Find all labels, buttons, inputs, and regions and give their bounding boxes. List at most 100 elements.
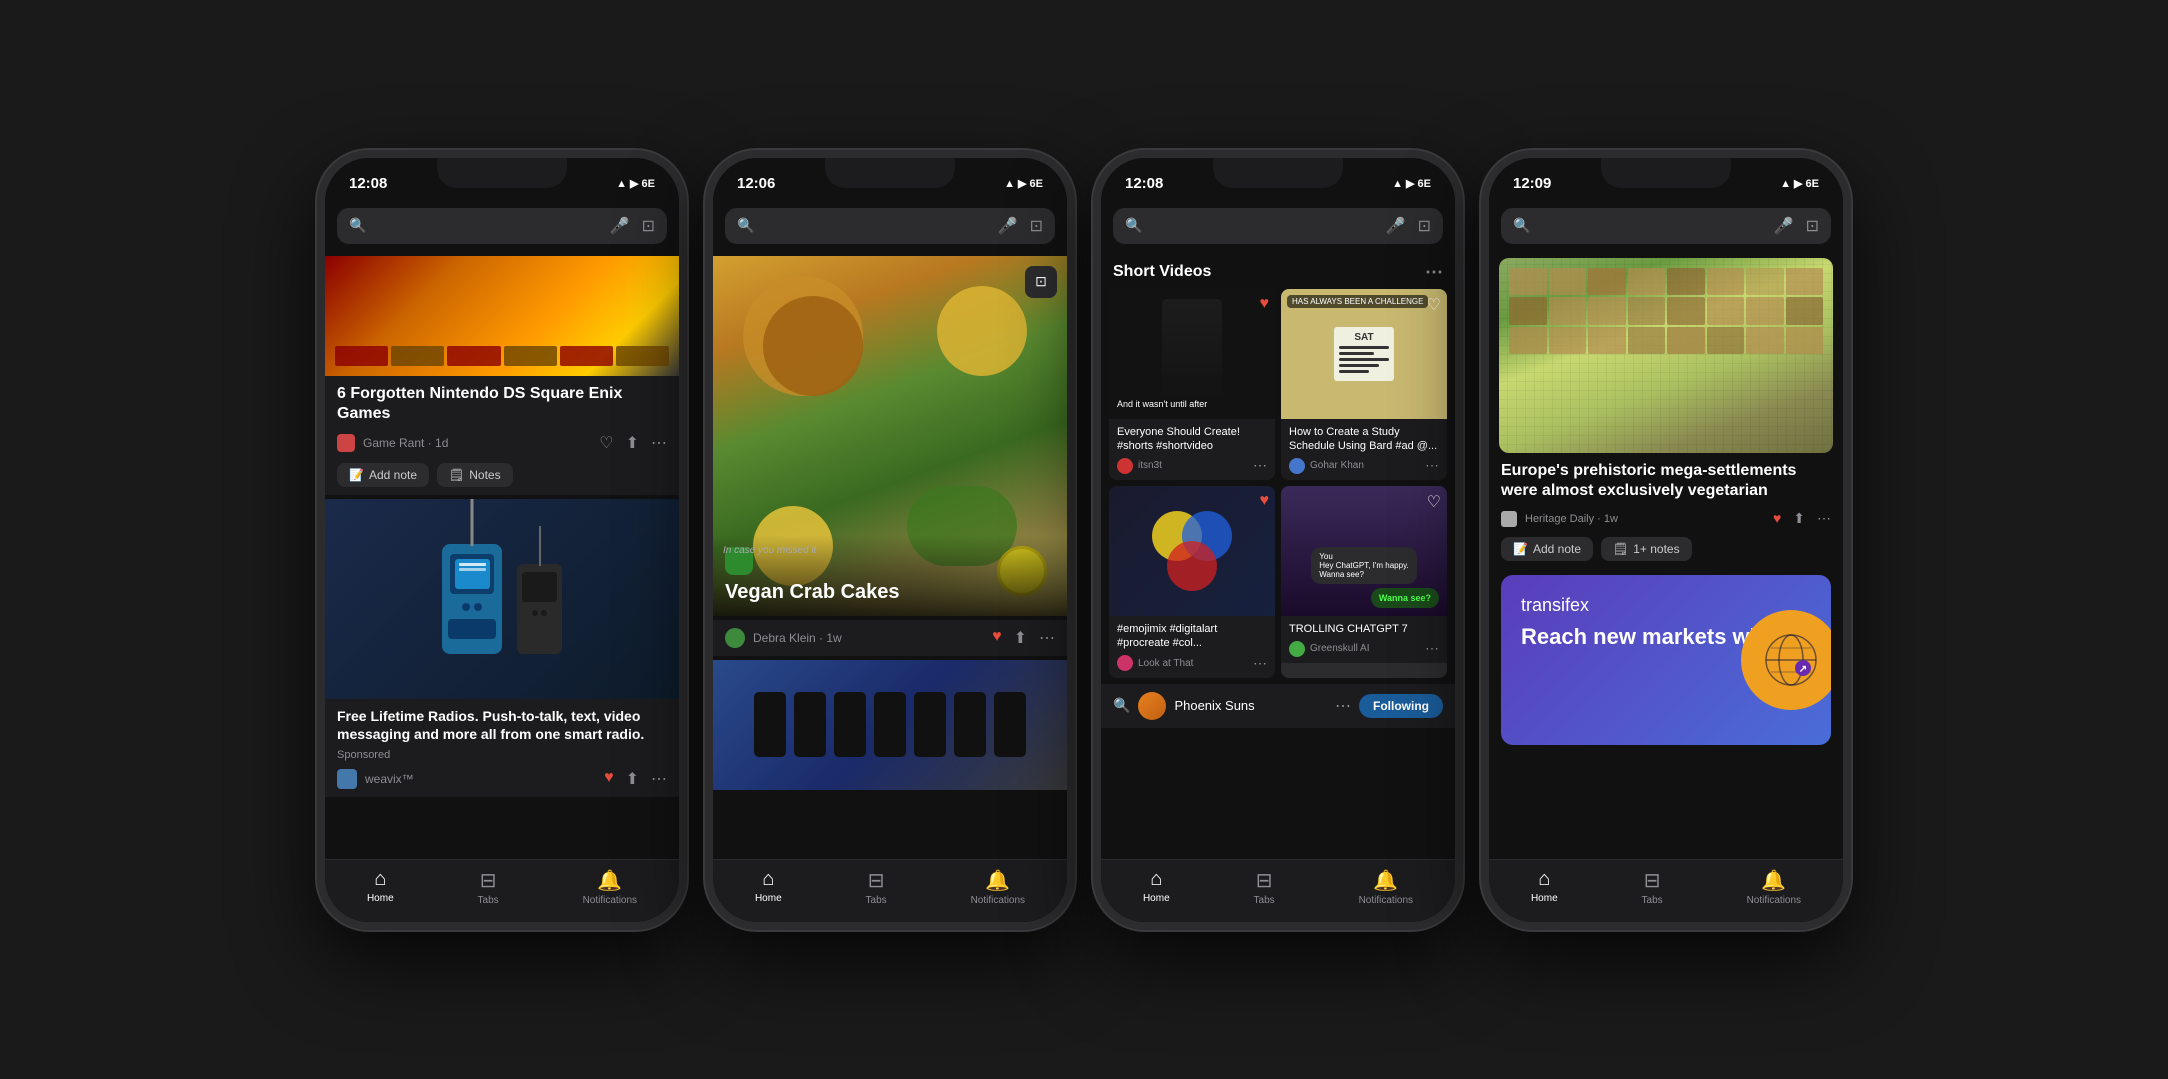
video-card-4[interactable]: YouHey ChatGPT, I'm happy.Wanna see? Wan… bbox=[1281, 486, 1447, 678]
map-art bbox=[1499, 258, 1833, 453]
video-title-4: TROLLING CHATGPT 7 bbox=[1289, 622, 1439, 636]
tabs-tab-3[interactable]: ⊟ Tabs bbox=[1254, 868, 1275, 906]
video-info-1: Everyone Should Create! #shorts #shortvi… bbox=[1109, 419, 1275, 481]
tabs-tab-2[interactable]: ⊟ Tabs bbox=[866, 868, 887, 906]
channel-more-4[interactable]: ⋯ bbox=[1425, 640, 1439, 657]
channel-name-3: Look at That bbox=[1138, 658, 1248, 669]
video-title-1: Everyone Should Create! #shorts #shortvi… bbox=[1117, 425, 1267, 454]
food-badge-2: In case you missed it bbox=[723, 545, 816, 556]
camera-icon-1[interactable]: ⊡ bbox=[642, 216, 655, 236]
section-title-3: Short Videos bbox=[1113, 263, 1211, 281]
heritage-add-note-btn-4[interactable]: 📝 Add note bbox=[1501, 537, 1593, 561]
heart-icon-v1[interactable]: ♥ bbox=[1260, 295, 1270, 313]
brand-name-1: weavix™ bbox=[365, 772, 596, 786]
mic-icon-3[interactable]: 🎤 bbox=[1386, 216, 1406, 236]
like-icon-1[interactable]: ♡ bbox=[599, 433, 613, 453]
channel-avatar-2 bbox=[1289, 458, 1305, 474]
heritage-heart-4[interactable]: ♥ bbox=[1773, 510, 1781, 527]
camera-icon-2[interactable]: ⊡ bbox=[1030, 216, 1043, 236]
food-heart-2[interactable]: ♥ bbox=[992, 628, 1002, 648]
heart-icon-v2[interactable]: ♡ bbox=[1427, 295, 1441, 315]
home-tab-1[interactable]: ⌂ Home bbox=[367, 868, 394, 906]
content-4: Europe's prehistoric mega-settlements we… bbox=[1489, 252, 1843, 859]
heart-icon-v4[interactable]: ♡ bbox=[1427, 492, 1441, 512]
add-note-btn-1[interactable]: 📝 Add note bbox=[337, 463, 429, 487]
ad-share-1[interactable]: ⬆ bbox=[626, 769, 639, 789]
status-bar-2: 12:06 ▲ ▶ 6E bbox=[713, 158, 1067, 202]
author-name-2: Debra Klein · 1w bbox=[753, 631, 984, 645]
food-meta-2: Debra Klein · 1w ♥ ⬆ ⋯ bbox=[713, 620, 1067, 656]
mic-icon-1[interactable]: 🎤 bbox=[610, 216, 630, 236]
channel-name-1: itsn3t bbox=[1138, 460, 1248, 471]
transifex-card-4: transifex Reach new markets with ↗ bbox=[1501, 575, 1831, 745]
home-tab-3[interactable]: ⌂ Home bbox=[1143, 868, 1170, 906]
more-icon-1[interactable]: ⋯ bbox=[651, 433, 667, 453]
sports-more-3[interactable]: ⋯ bbox=[1335, 696, 1351, 716]
channel-more-1[interactable]: ⋯ bbox=[1253, 457, 1267, 474]
notifications-tab-3[interactable]: 🔔 Notifications bbox=[1359, 868, 1413, 906]
section-more-3[interactable]: ⋯ bbox=[1425, 262, 1443, 283]
tabs-icon-2: ⊟ bbox=[868, 868, 885, 893]
notifications-tab-4[interactable]: 🔔 Notifications bbox=[1747, 868, 1801, 906]
notifications-tab-2[interactable]: 🔔 Notifications bbox=[971, 868, 1025, 906]
video-info-2: How to Create a Study Schedule Using Bar… bbox=[1281, 419, 1447, 481]
notes-btn-1[interactable]: 🗒 Notes bbox=[437, 463, 513, 487]
video-card-1[interactable]: And it wasn't until after ♥ Everyone Sho… bbox=[1109, 289, 1275, 481]
video-info-3: #emojimix #digitalart #procreate #col...… bbox=[1109, 616, 1275, 678]
video-thumb-3 bbox=[1109, 486, 1275, 616]
antenna-1 bbox=[471, 499, 474, 546]
follow-btn-3[interactable]: Following bbox=[1359, 694, 1443, 718]
bottom-bar-3: ⌂ Home ⊟ Tabs 🔔 Notifications bbox=[1101, 859, 1455, 922]
search-bar-2[interactable]: 🔍 🎤 ⊡ bbox=[725, 208, 1055, 244]
phones-container: 12:08 ▲ ▶ 6E 🔍 🎤 ⊡ bbox=[317, 150, 1851, 930]
search-bar-3[interactable]: 🔍 🎤 ⊡ bbox=[1113, 208, 1443, 244]
search-icon-4: 🔍 bbox=[1513, 217, 1530, 234]
bell-icon-4: 🔔 bbox=[1761, 868, 1786, 893]
camera-icon-3[interactable]: ⊡ bbox=[1418, 216, 1431, 236]
search-bar-1[interactable]: 🔍 🎤 ⊡ bbox=[337, 208, 667, 244]
sat-paper: SAT bbox=[1334, 327, 1394, 381]
ad-more-1[interactable]: ⋯ bbox=[651, 769, 667, 789]
heart-icon-v3[interactable]: ♥ bbox=[1260, 492, 1270, 510]
home-tab-2[interactable]: ⌂ Home bbox=[755, 868, 782, 906]
heritage-title-4: Europe's prehistoric mega-settlements we… bbox=[1489, 453, 1843, 507]
home-icon-1: ⌂ bbox=[374, 868, 386, 891]
heritage-more-4[interactable]: ⋯ bbox=[1817, 510, 1831, 527]
heritage-source-avatar-4 bbox=[1501, 511, 1517, 527]
transifex-brand-4: transifex bbox=[1521, 595, 1811, 616]
home-tab-4[interactable]: ⌂ Home bbox=[1531, 868, 1558, 906]
status-bar-1: 12:08 ▲ ▶ 6E bbox=[325, 158, 679, 202]
food-share-2[interactable]: ⬆ bbox=[1014, 628, 1027, 648]
more-btn-2[interactable]: ⊡ bbox=[1025, 266, 1057, 298]
ad-meta-1: weavix™ ♥ ⬆ ⋯ bbox=[325, 765, 679, 797]
home-icon-3: ⌂ bbox=[1150, 868, 1162, 891]
search-bar-4[interactable]: 🔍 🎤 ⊡ bbox=[1501, 208, 1831, 244]
heritage-share-4[interactable]: ⬆ bbox=[1793, 510, 1805, 527]
tabs-tab-4[interactable]: ⊟ Tabs bbox=[1642, 868, 1663, 906]
food-more-2[interactable]: ⋯ bbox=[1039, 628, 1055, 648]
ad-heart-1[interactable]: ♥ bbox=[604, 769, 614, 789]
mic-icon-2[interactable]: 🎤 bbox=[998, 216, 1018, 236]
content-2: In case you missed it Vegan Crab Cakes ⊡… bbox=[713, 252, 1067, 859]
heritage-note-icon-4: 📝 bbox=[1513, 542, 1528, 556]
phone-4: 12:09 ▲ ▶ 6E 🔍 🎤 ⊡ bbox=[1481, 150, 1851, 930]
channel-avatar-3 bbox=[1117, 655, 1133, 671]
status-time-4: 12:09 bbox=[1513, 175, 1551, 192]
phone-3: 12:08 ▲ ▶ 6E 🔍 🎤 ⊡ Short Videos ⋯ bbox=[1093, 150, 1463, 930]
heritage-notes-btn-4[interactable]: 🗒 1+ notes bbox=[1601, 537, 1692, 561]
channel-more-3[interactable]: ⋯ bbox=[1253, 655, 1267, 672]
search-icon-2: 🔍 bbox=[737, 217, 754, 234]
channel-name-4: Greenskull AI bbox=[1310, 643, 1420, 654]
notifications-tab-1[interactable]: 🔔 Notifications bbox=[583, 868, 637, 906]
svg-text:↗: ↗ bbox=[1799, 664, 1807, 675]
bottom-bar-4: ⌂ Home ⊟ Tabs 🔔 Notifications bbox=[1489, 859, 1843, 922]
camera-icon-4[interactable]: ⊡ bbox=[1806, 216, 1819, 236]
tabs-tab-1[interactable]: ⊟ Tabs bbox=[478, 868, 499, 906]
channel-more-2[interactable]: ⋯ bbox=[1425, 457, 1439, 474]
video-card-3[interactable]: ♥ #emojimix #digitalart #procreate #col.… bbox=[1109, 486, 1275, 678]
video-card-2[interactable]: SAT ♡ HAS ALWAYS BEEN A CHALLENGE Ho bbox=[1281, 289, 1447, 481]
share-icon-1[interactable]: ⬆ bbox=[626, 433, 639, 453]
mic-icon-4[interactable]: 🎤 bbox=[1774, 216, 1794, 236]
article-meta-1: Game Rant · 1d ♡ ⬆ ⋯ bbox=[325, 429, 679, 457]
content-3: Short Videos ⋯ And it wasn't until after… bbox=[1101, 252, 1455, 859]
